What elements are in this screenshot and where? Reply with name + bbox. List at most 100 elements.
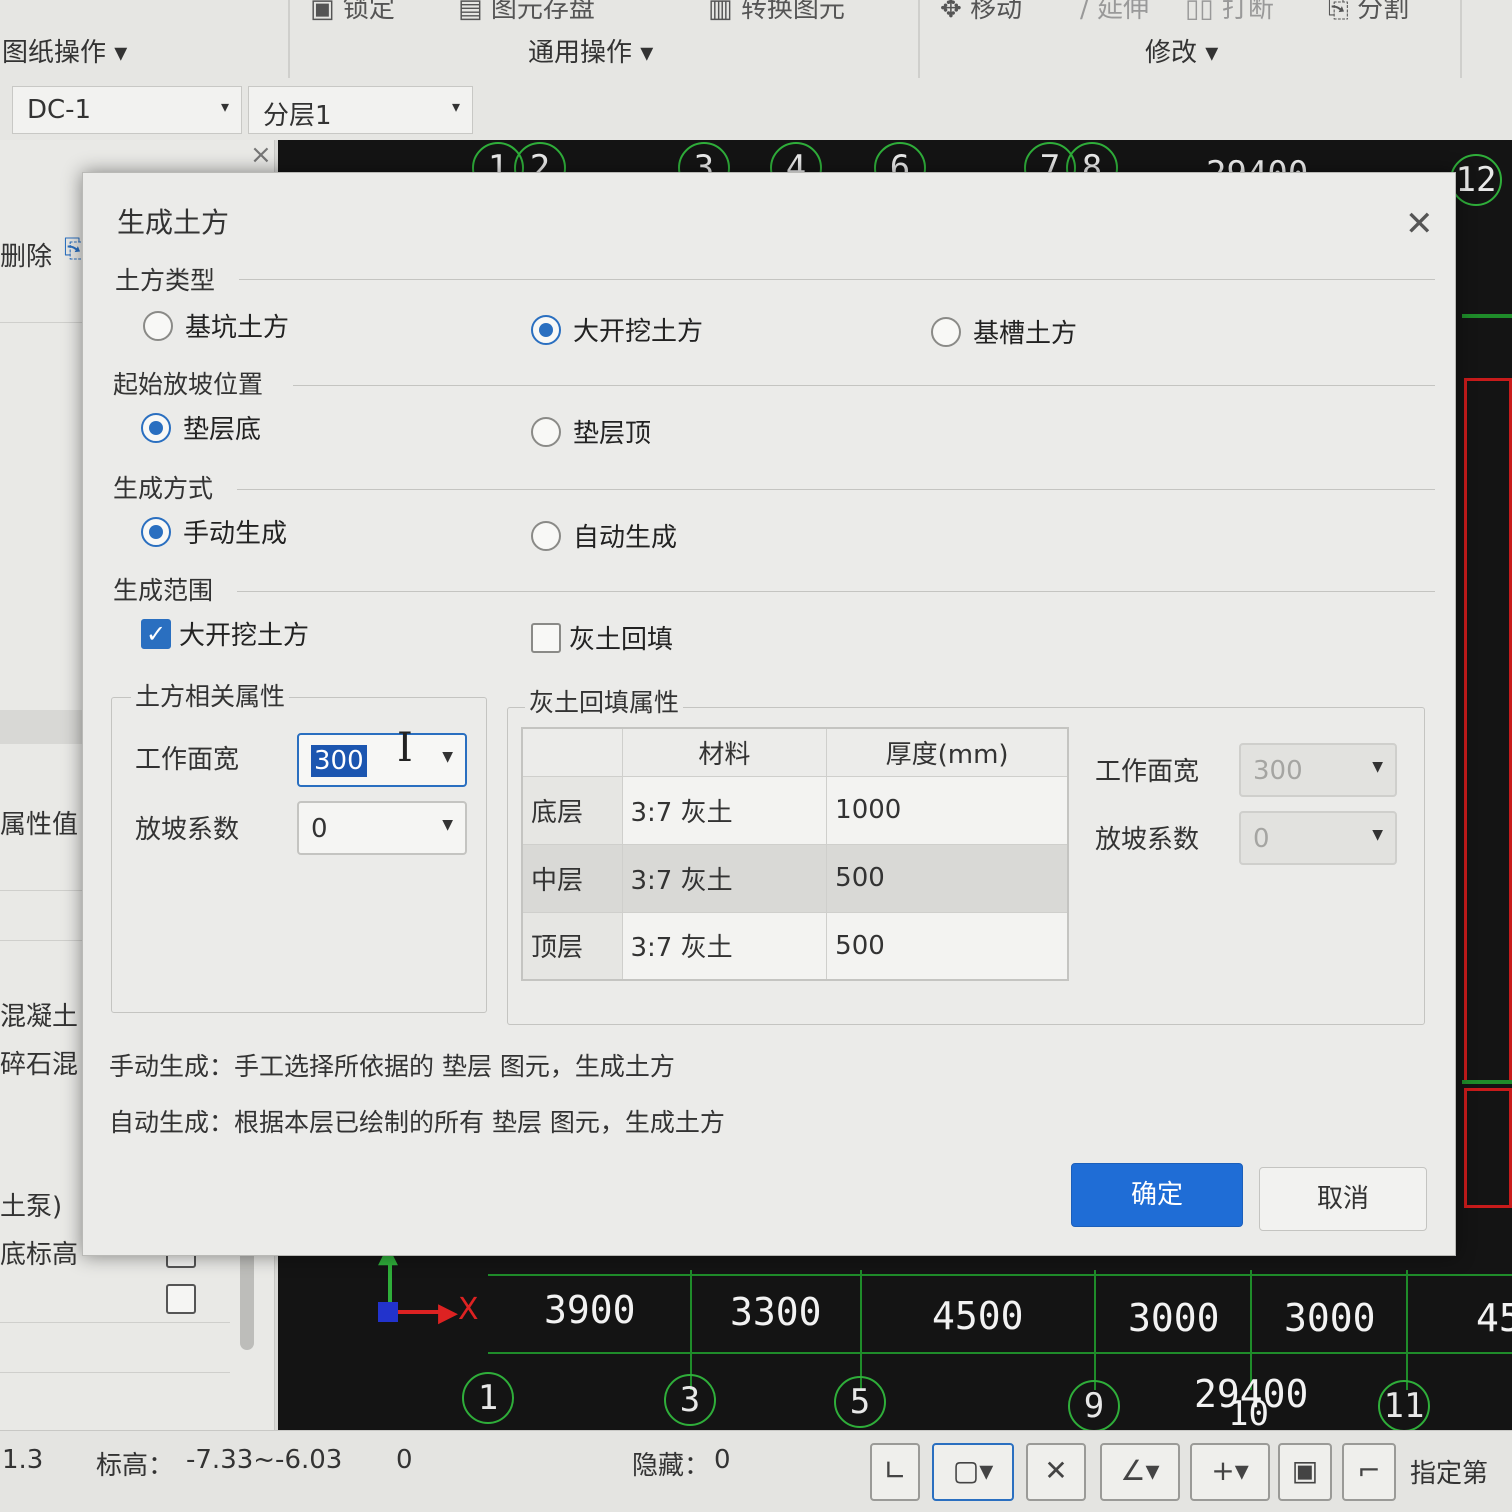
auto-generate-note: 自动生成：根据本层已绘制的所有 垫层 图元，生成土方 xyxy=(109,1108,725,1137)
table-header: 材料 xyxy=(621,727,828,777)
panel-divider xyxy=(0,940,82,941)
backfill-props-title: 灰土回填属性 xyxy=(525,683,684,719)
close-icon[interactable]: ✕ xyxy=(1405,207,1434,241)
status-bar: 1.3 标高： -7.33~-6.03 0 隐藏： 0 ∟ ▢▾ ✕ ∠▾ +▾… xyxy=(0,1430,1512,1512)
text-cursor-icon: I xyxy=(397,725,413,771)
component-combo[interactable]: DC-1 ▾ xyxy=(12,86,242,134)
display-icon[interactable]: ▣ xyxy=(1278,1443,1332,1501)
radio-trench-earthwork[interactable]: 基槽土方 xyxy=(931,313,1077,350)
material-cell[interactable]: 3:7 灰土 xyxy=(621,775,828,845)
table-row[interactable]: 中层 3:7 灰土 500 xyxy=(521,843,1069,913)
generate-earthwork-dialog: 生成土方 ✕ 土方类型 基坑土方 大开挖土方 基槽土方 起始放坡位置 垫层底 垫… xyxy=(82,172,1456,1256)
backfill-work-width-label: 工作面宽 xyxy=(1095,757,1200,787)
delete-button[interactable]: 删除 xyxy=(0,236,52,273)
ok-button[interactable]: 确定 xyxy=(1071,1163,1243,1227)
angle-icon[interactable]: ∠▾ xyxy=(1100,1443,1180,1501)
element-outline xyxy=(1464,1088,1512,1208)
work-width-label: 工作面宽 xyxy=(135,745,240,775)
axis-label-overlap: 10 xyxy=(1228,1394,1269,1434)
extend-button[interactable]: / 延伸 xyxy=(1080,0,1149,25)
grid-line xyxy=(860,1270,862,1390)
grid-line xyxy=(488,1274,1512,1276)
dimension-label: 3000 xyxy=(1284,1296,1376,1340)
ribbon-divider xyxy=(1460,0,1462,78)
break-button[interactable]: ▯▯ 打断 xyxy=(1185,0,1274,25)
panel-divider xyxy=(0,1322,230,1323)
origin-marker xyxy=(378,1302,398,1322)
dialog-title: 生成土方 xyxy=(117,206,230,239)
panel-close-icon[interactable]: × xyxy=(250,140,272,170)
property-item: 碎石混 xyxy=(0,1050,79,1080)
table-header-row: 材料 厚度(mm) xyxy=(521,727,1069,777)
split-button[interactable]: ⎘ 分割 xyxy=(1328,0,1409,25)
radio-pit-earthwork[interactable]: 基坑土方 xyxy=(143,307,289,344)
modify-group[interactable]: 修改 ▾ xyxy=(1145,32,1218,69)
radio-cushion-top[interactable]: 垫层顶 xyxy=(531,413,651,450)
curve-icon[interactable]: ⌐ xyxy=(1342,1443,1396,1501)
material-cell[interactable]: 3:7 灰土 xyxy=(621,911,828,981)
gen-mode-label: 生成方式 xyxy=(113,474,214,503)
dimension-label: 45 xyxy=(1476,1296,1512,1340)
status-prompt: 指定第 xyxy=(1410,1459,1489,1489)
material-cell[interactable]: 3:7 灰土 xyxy=(621,843,828,913)
checkbox-icon xyxy=(531,622,561,653)
radio-selected-icon xyxy=(141,412,171,443)
save-element-button[interactable]: ▤ 图元存盘 xyxy=(458,0,595,25)
layer-combo[interactable]: 分层1 ▾ xyxy=(248,86,473,134)
property-item: 混凝土 xyxy=(0,1002,79,1032)
thickness-cell[interactable]: 1000 xyxy=(826,775,1069,845)
chevron-down-icon: ▼ xyxy=(1372,759,1383,775)
cancel-button[interactable]: 取消 xyxy=(1259,1167,1427,1231)
grid-line xyxy=(1462,1080,1512,1084)
section-divider xyxy=(237,591,1435,592)
section-divider xyxy=(237,489,1435,490)
table-row[interactable]: 顶层 3:7 灰土 500 xyxy=(521,911,1069,981)
radio-cushion-bottom[interactable]: 垫层底 xyxy=(141,409,261,446)
section-divider xyxy=(293,385,1435,386)
panel-divider xyxy=(0,322,82,323)
radio-icon xyxy=(143,310,173,341)
table-row[interactable]: 底层 3:7 灰土 1000 xyxy=(521,775,1069,845)
axis-marker: 1 xyxy=(462,1372,514,1424)
radio-icon xyxy=(531,520,561,551)
backfill-work-width-combo[interactable]: 300 ▼ xyxy=(1239,743,1397,797)
elevation-label: 标高： xyxy=(96,1451,175,1481)
thickness-cell[interactable]: 500 xyxy=(826,911,1069,981)
radio-auto-generate[interactable]: 自动生成 xyxy=(531,517,677,554)
lock-button[interactable]: ▣ 锁定 xyxy=(310,0,395,25)
axis-marker: 11 xyxy=(1378,1380,1430,1432)
radio-manual-generate[interactable]: 手动生成 xyxy=(141,513,287,550)
slope-coef-combo[interactable]: 0 ▼ xyxy=(297,801,467,855)
ribbon-divider xyxy=(288,0,290,78)
grid-line xyxy=(488,1352,1512,1354)
snap-icon[interactable]: ▢▾ xyxy=(932,1443,1014,1501)
ribbon: ▣ 锁定 ▤ 图元存盘 ▥ 转换图元 ✥ 移动 / 延伸 ▯▯ 打断 ⎘ 分割 … xyxy=(0,0,1512,140)
property-value-header: 属性值 xyxy=(0,810,79,840)
layer-cell: 底层 xyxy=(521,775,623,845)
earth-props-title: 土方相关属性 xyxy=(131,677,290,713)
x-axis-label: X xyxy=(458,1292,479,1327)
radio-icon xyxy=(531,416,561,447)
cross-icon[interactable]: ✕ xyxy=(1026,1443,1086,1501)
element-outline xyxy=(1464,378,1512,1084)
ortho-icon[interactable]: ∟ xyxy=(870,1443,920,1501)
radio-selected-icon xyxy=(531,314,561,345)
checkbox-lime-backfill[interactable]: 灰土回填 xyxy=(531,619,673,656)
property-item: 土泵) xyxy=(0,1192,63,1222)
thickness-cell[interactable]: 500 xyxy=(826,843,1069,913)
drawing-ops-group[interactable]: 图纸操作 ▾ xyxy=(2,32,127,69)
backfill-slope-coef-label: 放坡系数 xyxy=(1095,825,1200,855)
radio-open-excavation[interactable]: 大开挖土方 xyxy=(531,311,703,348)
general-ops-group[interactable]: 通用操作 ▾ xyxy=(528,32,653,69)
x-axis-arrowhead: ▶ xyxy=(438,1298,458,1328)
convert-element-button[interactable]: ▥ 转换图元 xyxy=(708,0,845,25)
offset-icon[interactable]: +▾ xyxy=(1190,1443,1270,1501)
property-checkbox[interactable] xyxy=(166,1284,196,1314)
grid-line xyxy=(1094,1270,1096,1390)
dimension-label: 4500 xyxy=(932,1294,1024,1338)
backfill-slope-coef-combo[interactable]: 0 ▼ xyxy=(1239,811,1397,865)
work-width-combo[interactable]: 300 ▼ xyxy=(297,733,467,787)
move-button[interactable]: ✥ 移动 xyxy=(940,0,1022,25)
checkbox-open-excavation[interactable]: ✓ 大开挖土方 xyxy=(141,615,309,652)
dimension-label: 3900 xyxy=(544,1288,636,1332)
